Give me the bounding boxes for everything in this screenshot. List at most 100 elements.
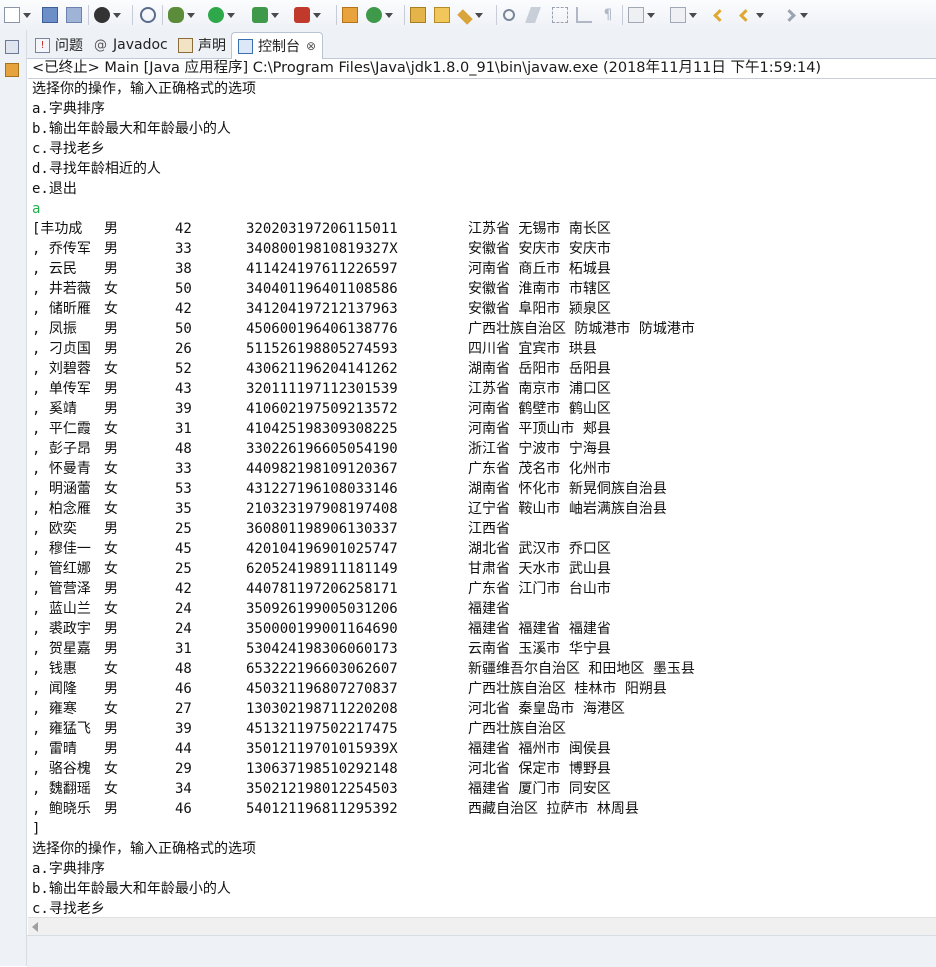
debug-button[interactable] — [168, 6, 195, 24]
table-row: , 骆谷槐女 29 130637198510292148 河北省 保定市 博野县 — [28, 759, 936, 779]
person-name: , 乔传军 — [32, 241, 91, 257]
person-age: 29 — [175, 761, 192, 777]
person-name: , 蓝山兰 — [32, 601, 91, 617]
new-class-button[interactable] — [366, 6, 393, 24]
back-button[interactable] — [738, 6, 764, 24]
pin-icon — [503, 9, 515, 21]
person-age: 42 — [175, 581, 192, 597]
person-name: , 平仁霞 — [32, 421, 91, 437]
person-name: , 凤振 — [32, 321, 77, 337]
person-id: 653222196603062607 — [246, 661, 398, 677]
person-id: 511526198805274593 — [246, 341, 398, 357]
table-row: , 柏念雁女 35 210323197908197408 辽宁省 鞍山市 岫岩满族自治… — [28, 499, 936, 519]
person-address: 湖南省 岳阳市 岳阳县 — [468, 361, 611, 377]
person-name: , 闻隆 — [32, 681, 77, 697]
mark-occurrences-icon — [525, 7, 541, 23]
person-id: 410602197509213572 — [246, 401, 398, 417]
flashlight-icon — [457, 9, 473, 25]
person-age: 50 — [175, 281, 192, 297]
annotation-button[interactable] — [503, 6, 515, 24]
left-trim-stack — [0, 30, 27, 966]
tab-declaration[interactable]: 声明 — [172, 32, 232, 58]
coverage-button[interactable] — [252, 6, 279, 24]
external-tools-button[interactable] — [294, 6, 321, 24]
person-address: 河南省 商丘市 柘城县 — [468, 261, 611, 277]
table-row: , 穆佳一女 45 420104196901025747 湖北省 武汉市 乔口区 — [28, 539, 936, 559]
console-process-label: <已终止> Main [Java 应用程序] C:\Program Files\… — [28, 59, 936, 79]
person-name: , 明涵蕾 — [32, 481, 91, 497]
console-output[interactable]: 选择你的操作，输入正确格式的选项 a.字典排序 b.输出年龄最大和年龄最小的人 c.寻… — [28, 79, 936, 917]
person-sex: 男 — [104, 681, 118, 697]
person-name: , 贺星嘉 — [32, 641, 91, 657]
person-name: , 云民 — [32, 261, 77, 277]
person-id: 420104196901025747 — [246, 541, 398, 557]
table-row: , 贺星嘉男 31 530424198306060173 云南省 玉溪市 华宁县 — [28, 639, 936, 659]
person-age: 38 — [175, 261, 192, 277]
tab-problems[interactable]: ! 问题 — [29, 32, 89, 58]
tab-label: 问题 — [55, 38, 83, 54]
new-package-button[interactable] — [342, 6, 358, 24]
previous-annotation-button[interactable] — [670, 6, 697, 24]
person-name: , 管营泽 — [32, 581, 91, 597]
horizontal-scrollbar[interactable] — [28, 917, 936, 935]
tab-console[interactable]: 控制台 ⊗ — [231, 32, 324, 59]
person-address: 安徽省 阜阳市 颍泉区 — [468, 301, 611, 317]
save-all-button[interactable] — [66, 6, 82, 24]
person-name: , 雍猛飞 — [32, 721, 91, 737]
run-button[interactable] — [208, 6, 235, 24]
block-selection-icon — [552, 7, 568, 23]
next-annotation-button[interactable] — [628, 6, 655, 24]
new-file-icon — [4, 7, 20, 23]
person-id: 350000199001164690 — [246, 621, 398, 637]
tab-label: Javadoc — [113, 37, 168, 53]
table-row: , 管红娜女 25 620524198911181149 甘肃省 天水市 武山县 — [28, 559, 936, 579]
open-perspective-button[interactable] — [94, 6, 121, 24]
person-id: 330226196605054190 — [246, 441, 398, 457]
person-address: 江西省 — [468, 521, 510, 537]
show-whitespace-button[interactable]: ¶ — [600, 6, 616, 24]
last-edit-button[interactable] — [712, 6, 727, 24]
person-sex: 男 — [104, 521, 118, 537]
person-address: 福建省 — [468, 601, 510, 617]
table-row: , 裘政宇男 24 350000199001164690 福建省 福建省 福建省 — [28, 619, 936, 639]
person-sex: 女 — [104, 421, 118, 437]
person-address: 江苏省 南京市 浦口区 — [468, 381, 611, 397]
person-age: 42 — [175, 221, 192, 237]
person-name: , 管红娜 — [32, 561, 91, 577]
person-age: 46 — [175, 801, 192, 817]
person-address: 河北省 保定市 博野县 — [468, 761, 611, 777]
scroll-left-icon[interactable] — [32, 922, 38, 932]
table-row: , 凤振 男 50 450600196406138776 广西壮族自治区 防城港市 防城… — [28, 319, 936, 339]
table-row: , 闻隆 男 46 450321196807270837 广西壮族自治区 桂林市 阳朔县 — [28, 679, 936, 699]
person-sex: 男 — [104, 441, 118, 457]
console-line: b.输出年龄最大和年龄最小的人 — [32, 121, 231, 137]
tab-label: 控制台 — [258, 39, 300, 55]
search-button[interactable] — [457, 6, 483, 25]
skip-breakpoints-button[interactable] — [140, 6, 156, 24]
person-id: 411424197611226597 — [246, 261, 398, 277]
problems-icon: ! — [35, 37, 50, 53]
table-row: [丰功成 男 42 320203197206115011 江苏省 无锡市 南长区 — [28, 219, 936, 239]
word-wrap-button[interactable] — [576, 6, 592, 24]
person-id: 320111197112301539 — [246, 381, 398, 397]
save-button[interactable] — [42, 6, 58, 24]
person-id: 620524198911181149 — [246, 561, 398, 577]
table-row: , 怀曼青女 33 440982198109120367 广东省 茂名市 化州市 — [28, 459, 936, 479]
toggle-mark-button[interactable] — [525, 6, 541, 24]
new-button[interactable] — [4, 6, 31, 24]
package-explorer-icon[interactable] — [5, 63, 19, 77]
person-address: 广东省 茂名市 化州市 — [468, 461, 611, 477]
close-icon[interactable]: ⊗ — [306, 39, 316, 53]
person-id: 440781197206258171 — [246, 581, 398, 597]
person-age: 46 — [175, 681, 192, 697]
open-type-button[interactable] — [410, 6, 426, 24]
forward-button[interactable] — [782, 6, 808, 24]
open-folder-button[interactable] — [434, 6, 450, 24]
tab-javadoc[interactable]: @ Javadoc — [87, 32, 174, 58]
person-address: 河南省 平顶山市 郏县 — [468, 421, 611, 437]
table-row: , 储昕雁女 42 341204197212137963 安徽省 阜阳市 颍泉区 — [28, 299, 936, 319]
table-row: , 单传军男 43 320111197112301539 江苏省 南京市 浦口区 — [28, 379, 936, 399]
restore-view-icon[interactable] — [5, 40, 19, 54]
person-address: 新疆维吾尔自治区 和田地区 墨玉县 — [468, 661, 695, 677]
block-selection-button[interactable] — [552, 6, 568, 24]
